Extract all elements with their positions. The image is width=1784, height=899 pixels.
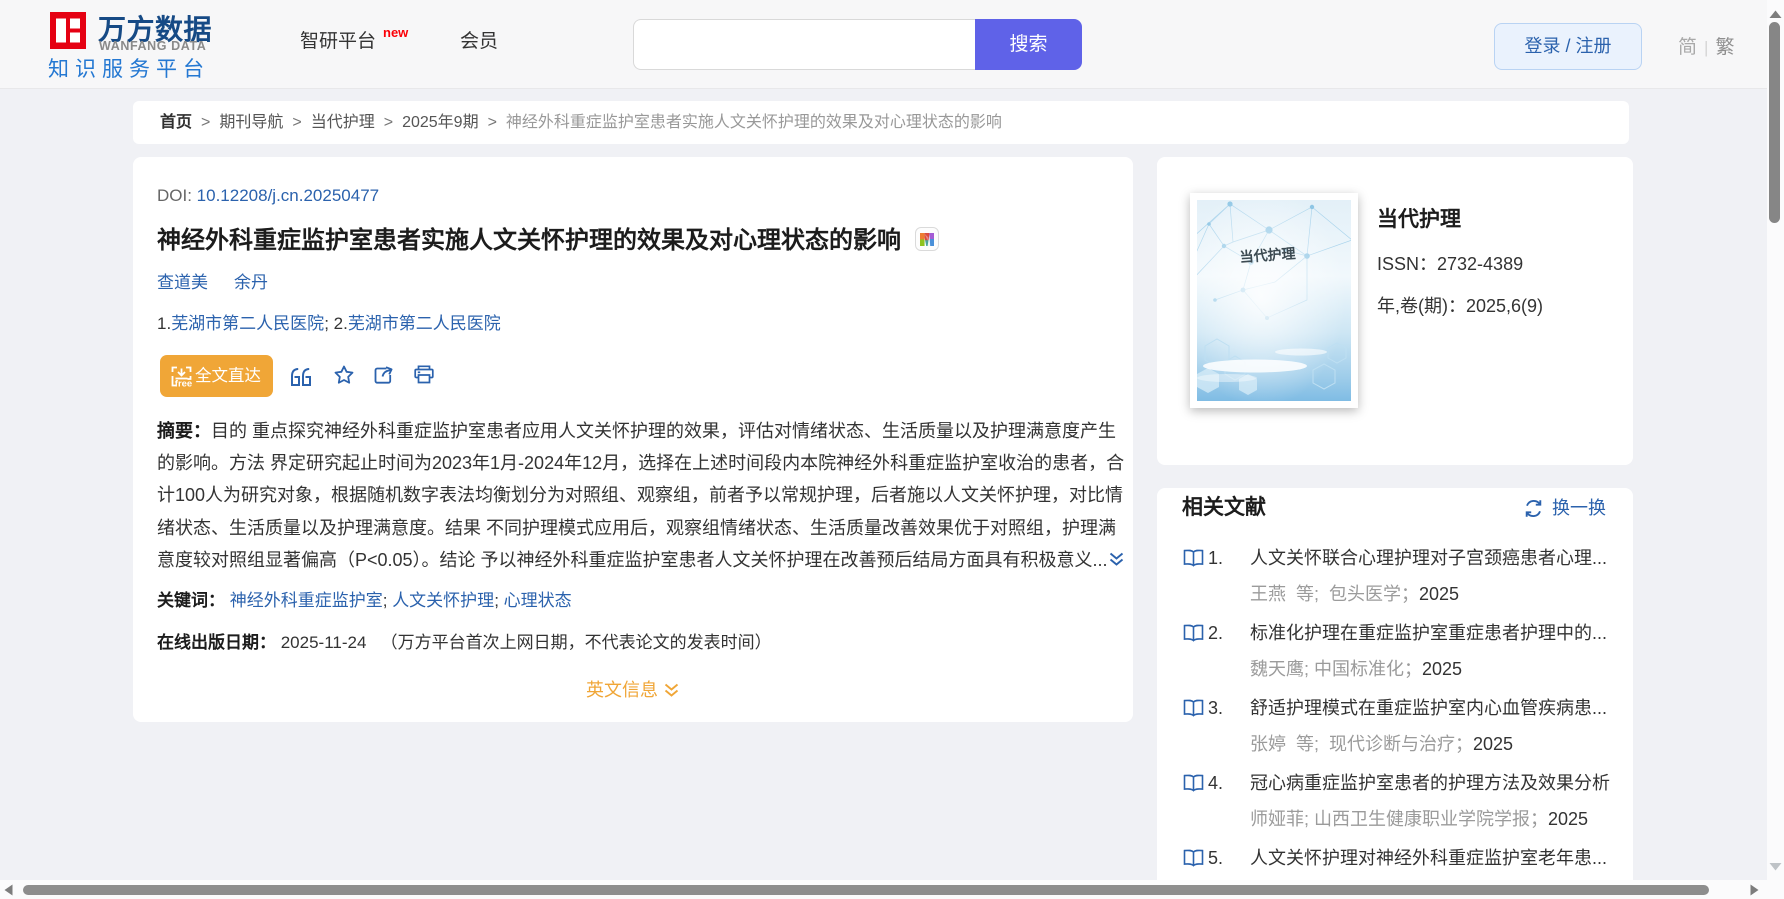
svg-text:free: free <box>175 379 192 388</box>
